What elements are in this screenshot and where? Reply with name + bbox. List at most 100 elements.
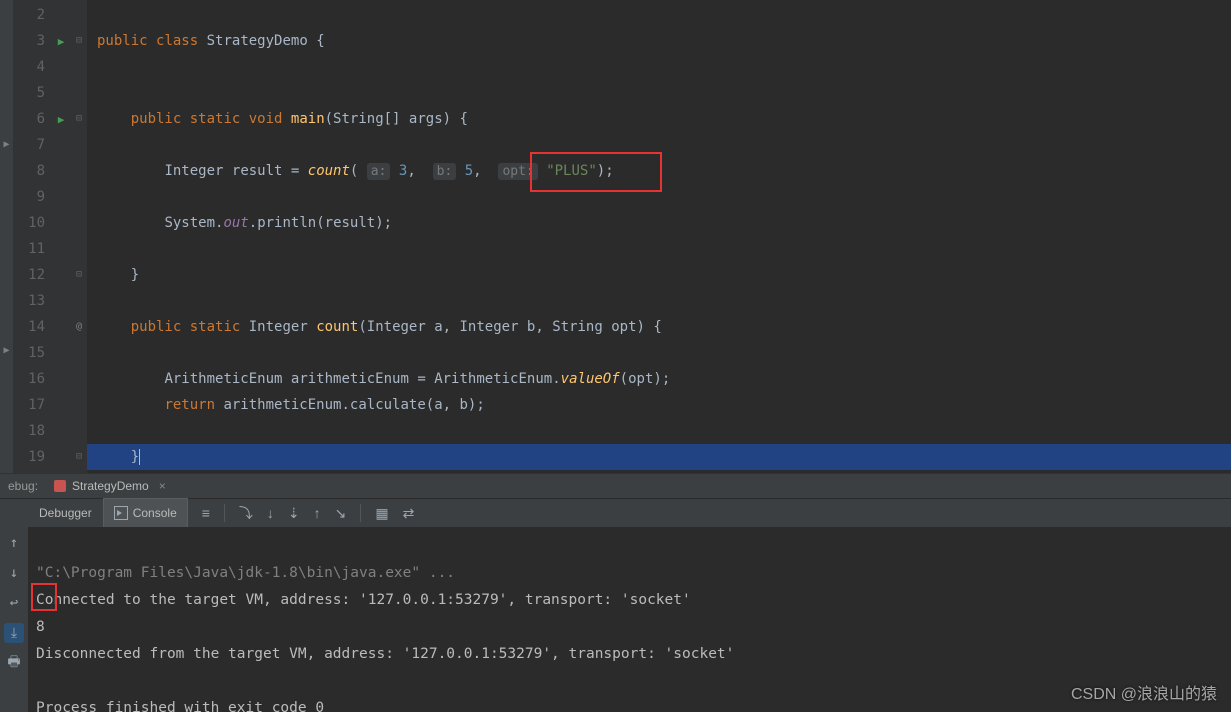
- keyword: void: [249, 111, 283, 127]
- line-number[interactable]: 2: [14, 2, 51, 28]
- keyword: static: [190, 111, 241, 127]
- left-tool-gutter[interactable]: ▶ ▶: [0, 0, 14, 473]
- line-number[interactable]: 14: [14, 314, 51, 340]
- brace: }: [131, 449, 139, 465]
- var: arithmeticEnum: [223, 397, 341, 413]
- tab-debugger[interactable]: Debugger: [28, 498, 103, 528]
- line-number[interactable]: 7: [14, 132, 51, 158]
- fold-icon[interactable]: ⊟: [71, 28, 87, 54]
- soft-wrap-icon[interactable]: ↩: [4, 593, 24, 613]
- code-line[interactable]: Integer result = count( a: 3, b: 5, opt:…: [87, 158, 1231, 184]
- debug-panel-header: ebug: StrategyDemo ×: [0, 474, 1231, 498]
- line-number[interactable]: 18: [14, 418, 51, 444]
- scroll-up-icon[interactable]: ↑: [4, 533, 24, 553]
- console-gutter: ↑ ↓ ↩ ⤓ 🖶: [0, 527, 28, 712]
- method-name: count: [316, 319, 358, 335]
- console-line: Process finished with exit code 0: [36, 700, 324, 712]
- settings-icon[interactable]: ⇄: [403, 505, 415, 522]
- text-caret: [139, 449, 140, 465]
- code-line[interactable]: [87, 288, 1231, 314]
- line-number[interactable]: 6: [14, 106, 51, 132]
- console-body: ↑ ↓ ↩ ⤓ 🖶 "C:\Program Files\Java\jdk-1.8…: [0, 527, 1231, 712]
- code-line[interactable]: ArithmeticEnum arithmeticEnum = Arithmet…: [87, 366, 1231, 392]
- code-line[interactable]: return arithmeticEnum.calculate(a, b);: [87, 392, 1231, 418]
- close-icon[interactable]: ×: [155, 479, 166, 493]
- fold-gutter[interactable]: ⊟ ⊟ ⊟ @ ⊟: [71, 0, 87, 473]
- param-hint: opt:: [498, 163, 537, 180]
- line-number[interactable]: 4: [14, 54, 51, 80]
- brace: }: [131, 267, 139, 283]
- tab-console[interactable]: Console: [103, 498, 188, 528]
- line-number[interactable]: 17: [14, 392, 51, 418]
- code-line[interactable]: [87, 340, 1231, 366]
- line-number[interactable]: 10: [14, 210, 51, 236]
- watermark: CSDN @浪浪山的猿: [1071, 680, 1217, 704]
- run-gutter[interactable]: ▶▶: [51, 0, 71, 473]
- line-number[interactable]: 11: [14, 236, 51, 262]
- line-number[interactable]: 19: [14, 444, 51, 470]
- code-line[interactable]: public static Integer count(Integer a, I…: [87, 314, 1231, 340]
- console-icon: [114, 506, 128, 520]
- run-to-cursor-icon[interactable]: ↘: [335, 505, 347, 522]
- field: out: [223, 215, 248, 231]
- scroll-down-icon[interactable]: ↓: [4, 563, 24, 583]
- side-marker-2: ▶: [0, 150, 13, 356]
- side-marker-1: ▶: [0, 0, 13, 150]
- line-number[interactable]: 3: [14, 28, 51, 54]
- keyword: return: [164, 397, 215, 413]
- fold-icon[interactable]: ⊟: [71, 106, 87, 132]
- line-number[interactable]: 8: [14, 158, 51, 184]
- code-line[interactable]: [87, 418, 1231, 444]
- type: ArithmeticEnum: [434, 371, 552, 387]
- line-number[interactable]: 13: [14, 288, 51, 314]
- code-line[interactable]: }: [87, 262, 1231, 288]
- evaluate-icon[interactable]: ▦: [375, 505, 388, 522]
- code-line[interactable]: [87, 80, 1231, 106]
- code-line-selected[interactable]: }: [87, 444, 1231, 470]
- code-line[interactable]: [87, 54, 1231, 80]
- params: (Integer a, Integer b, String opt): [358, 319, 645, 335]
- line-number[interactable]: 16: [14, 366, 51, 392]
- bottom-panel: ebug: StrategyDemo × Debugger Console ≡ …: [0, 473, 1231, 712]
- line-number[interactable]: 9: [14, 184, 51, 210]
- scroll-to-end-icon[interactable]: ⤓: [4, 623, 24, 643]
- fold-icon[interactable]: ⊟: [71, 262, 87, 288]
- line-number[interactable]: 5: [14, 80, 51, 106]
- code-line[interactable]: System.out.println(result);: [87, 210, 1231, 236]
- run-icon[interactable]: ▶: [51, 106, 71, 132]
- fold-icon[interactable]: ⊟: [71, 444, 87, 470]
- keyword: static: [190, 319, 241, 335]
- code-line[interactable]: [87, 132, 1231, 158]
- console-line: "C:\Program Files\Java\jdk-1.8\bin\java.…: [36, 565, 455, 581]
- override-icon[interactable]: @: [71, 314, 87, 340]
- step-into-icon[interactable]: ↓: [267, 505, 274, 521]
- var: result: [325, 215, 376, 231]
- line-number[interactable]: 15: [14, 340, 51, 366]
- debug-session-tab[interactable]: StrategyDemo ×: [46, 474, 174, 498]
- ide-window: ▶ ▶ 2345678910111213141516171819 ▶▶ ⊟⊟⊟@…: [0, 0, 1231, 712]
- step-out-icon[interactable]: ↑: [314, 505, 321, 521]
- brace: {: [653, 319, 661, 335]
- code-line[interactable]: [87, 184, 1231, 210]
- code-line[interactable]: public static void main(String[] args) {: [87, 106, 1231, 132]
- code-line[interactable]: [87, 2, 1231, 28]
- step-icons-group[interactable]: ≡: [202, 505, 210, 521]
- console-line: Connected to the target VM, address: '12…: [36, 592, 691, 608]
- number: 5: [465, 163, 473, 179]
- line-number-gutter[interactable]: 2345678910111213141516171819: [14, 0, 51, 473]
- code-line[interactable]: [87, 236, 1231, 262]
- method-call: count: [308, 163, 350, 179]
- print-icon[interactable]: 🖶: [4, 653, 24, 673]
- method-call: valueOf: [561, 371, 620, 387]
- run-icon[interactable]: ▶: [51, 28, 71, 54]
- console-output[interactable]: "C:\Program Files\Java\jdk-1.8\bin\java.…: [28, 527, 1231, 712]
- session-name: StrategyDemo: [72, 479, 149, 493]
- force-step-into-icon[interactable]: ⇣: [288, 505, 300, 522]
- method-call: println: [257, 215, 316, 231]
- debug-toolbar: Debugger Console ≡ ⤵ ↓ ⇣ ↑ ↘ ▦ ⇄: [0, 498, 1231, 527]
- line-number[interactable]: 12: [14, 262, 51, 288]
- step-over-icon[interactable]: ⤵: [239, 503, 253, 523]
- code-editor[interactable]: public class StrategyDemo { public stati…: [87, 0, 1231, 473]
- class-ref: System: [164, 215, 215, 231]
- code-line[interactable]: public class StrategyDemo {: [87, 28, 1231, 54]
